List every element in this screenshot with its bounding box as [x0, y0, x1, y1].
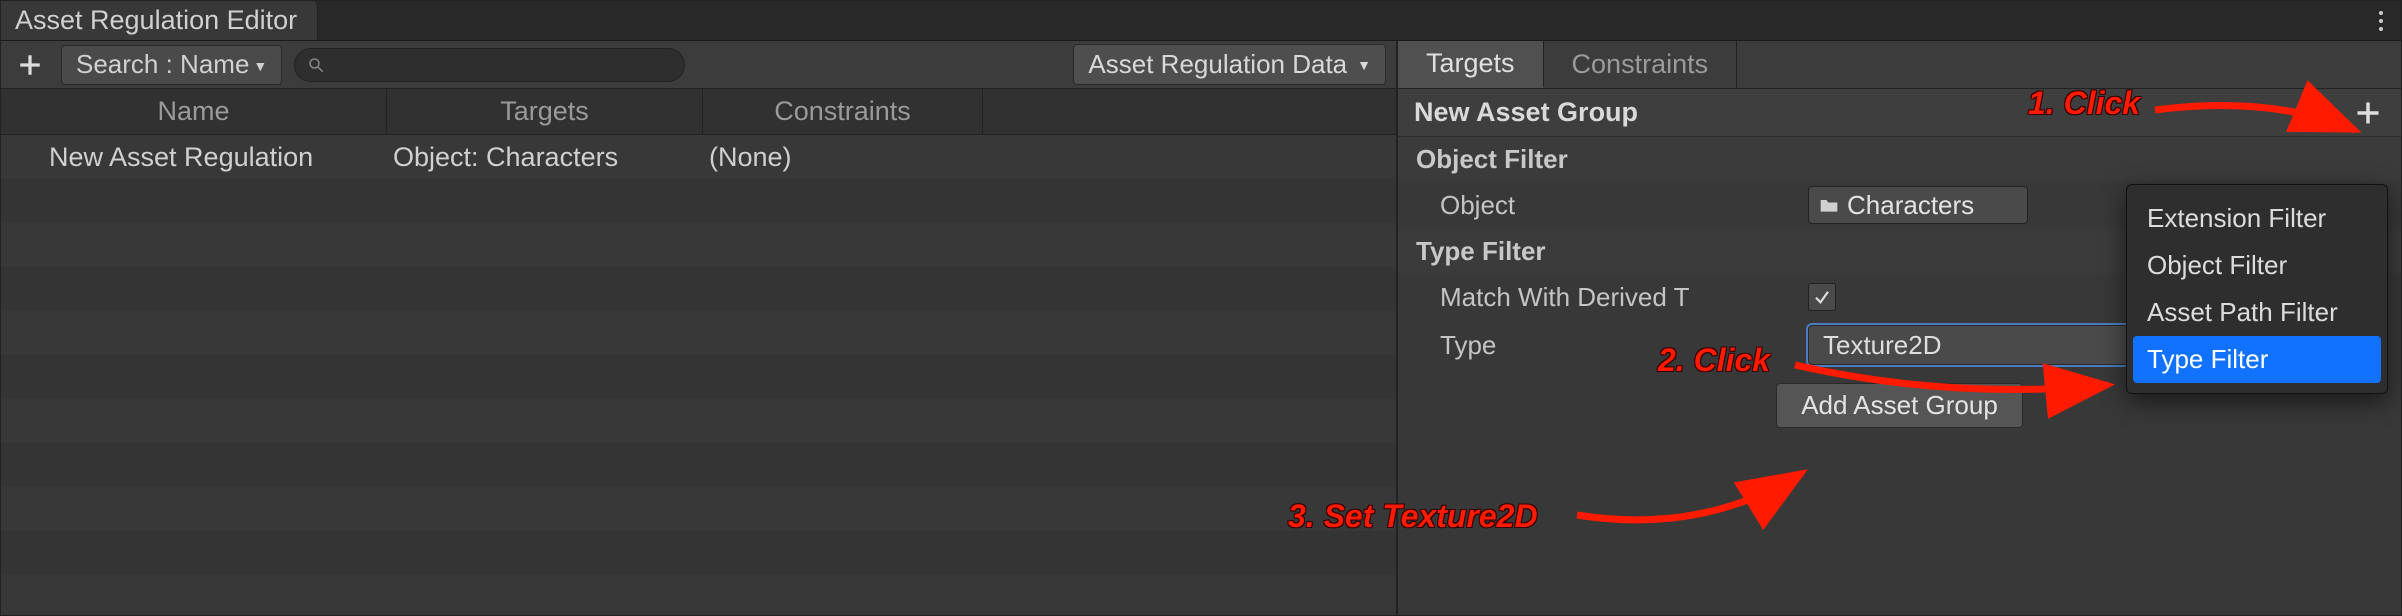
plus-icon: [17, 52, 43, 78]
search-icon: [307, 56, 325, 74]
filter-menu-item-object[interactable]: Object Filter: [2127, 242, 2387, 289]
filter-menu-item-extension[interactable]: Extension Filter: [2127, 195, 2387, 242]
plus-icon: [2354, 99, 2382, 127]
add-filter-button[interactable]: [2351, 96, 2385, 130]
window-title: Asset Regulation Editor: [15, 5, 297, 36]
cell-constraints: (None): [703, 142, 983, 173]
type-label: Type: [1440, 330, 1798, 361]
window-tab[interactable]: Asset Regulation Editor: [1, 1, 318, 40]
folder-icon: [1819, 196, 1839, 214]
match-derived-label: Match With Derived T: [1440, 282, 1798, 313]
check-icon: [1813, 288, 1831, 306]
object-label: Object: [1440, 190, 1798, 221]
object-filter-header[interactable]: Object Filter: [1398, 137, 2401, 181]
group-title: New Asset Group: [1414, 97, 1638, 128]
add-regulation-button[interactable]: [11, 47, 49, 83]
group-header: New Asset Group: [1398, 89, 2401, 137]
search-input[interactable]: [294, 48, 685, 82]
caret-down-icon: ▼: [253, 58, 267, 74]
right-tabs: Targets Constraints: [1398, 41, 2401, 89]
match-derived-checkbox[interactable]: [1808, 283, 1836, 311]
titlebar-spacer: [318, 1, 2361, 40]
caret-down-icon: ▼: [1357, 57, 1371, 73]
column-headers: Name Targets Constraints: [1, 89, 1396, 135]
column-header-name[interactable]: Name: [1, 89, 387, 134]
column-header-targets[interactable]: Targets: [387, 89, 703, 134]
window: Asset Regulation Editor Search : Name▼: [0, 0, 2402, 616]
object-field[interactable]: Characters: [1808, 186, 2028, 224]
object-value: Characters: [1847, 190, 1974, 221]
asset-data-label: Asset Regulation Data: [1088, 49, 1347, 80]
filter-menu-item-type[interactable]: Type Filter: [2133, 336, 2381, 383]
table-body: New Asset Regulation Object: Characters …: [1, 135, 1396, 615]
left-pane: Search : Name▼ Asset Regulation Data ▼ N…: [1, 41, 1398, 615]
kebab-icon: [2379, 11, 2383, 31]
filter-menu: Extension Filter Object Filter Asset Pat…: [2126, 184, 2388, 394]
filter-menu-item-asset-path[interactable]: Asset Path Filter: [2127, 289, 2387, 336]
asset-data-dropdown[interactable]: Asset Regulation Data ▼: [1073, 44, 1386, 85]
cell-name: New Asset Regulation: [1, 142, 387, 173]
table-row[interactable]: New Asset Regulation Object: Characters …: [1, 135, 1396, 179]
left-toolbar: Search : Name▼ Asset Regulation Data ▼: [1, 41, 1396, 89]
add-asset-group-button[interactable]: Add Asset Group: [1776, 383, 2023, 428]
window-menu-button[interactable]: [2361, 1, 2401, 40]
column-header-constraints[interactable]: Constraints: [703, 89, 983, 134]
search-mode-label: Search : Name: [76, 49, 249, 80]
titlebar: Asset Regulation Editor: [1, 1, 2401, 41]
tab-constraints[interactable]: Constraints: [1544, 41, 1738, 88]
cell-targets: Object: Characters: [387, 142, 703, 173]
type-value: Texture2D: [1823, 330, 1942, 361]
search-mode-dropdown[interactable]: Search : Name▼: [61, 45, 282, 85]
tab-targets[interactable]: Targets: [1398, 41, 1544, 88]
